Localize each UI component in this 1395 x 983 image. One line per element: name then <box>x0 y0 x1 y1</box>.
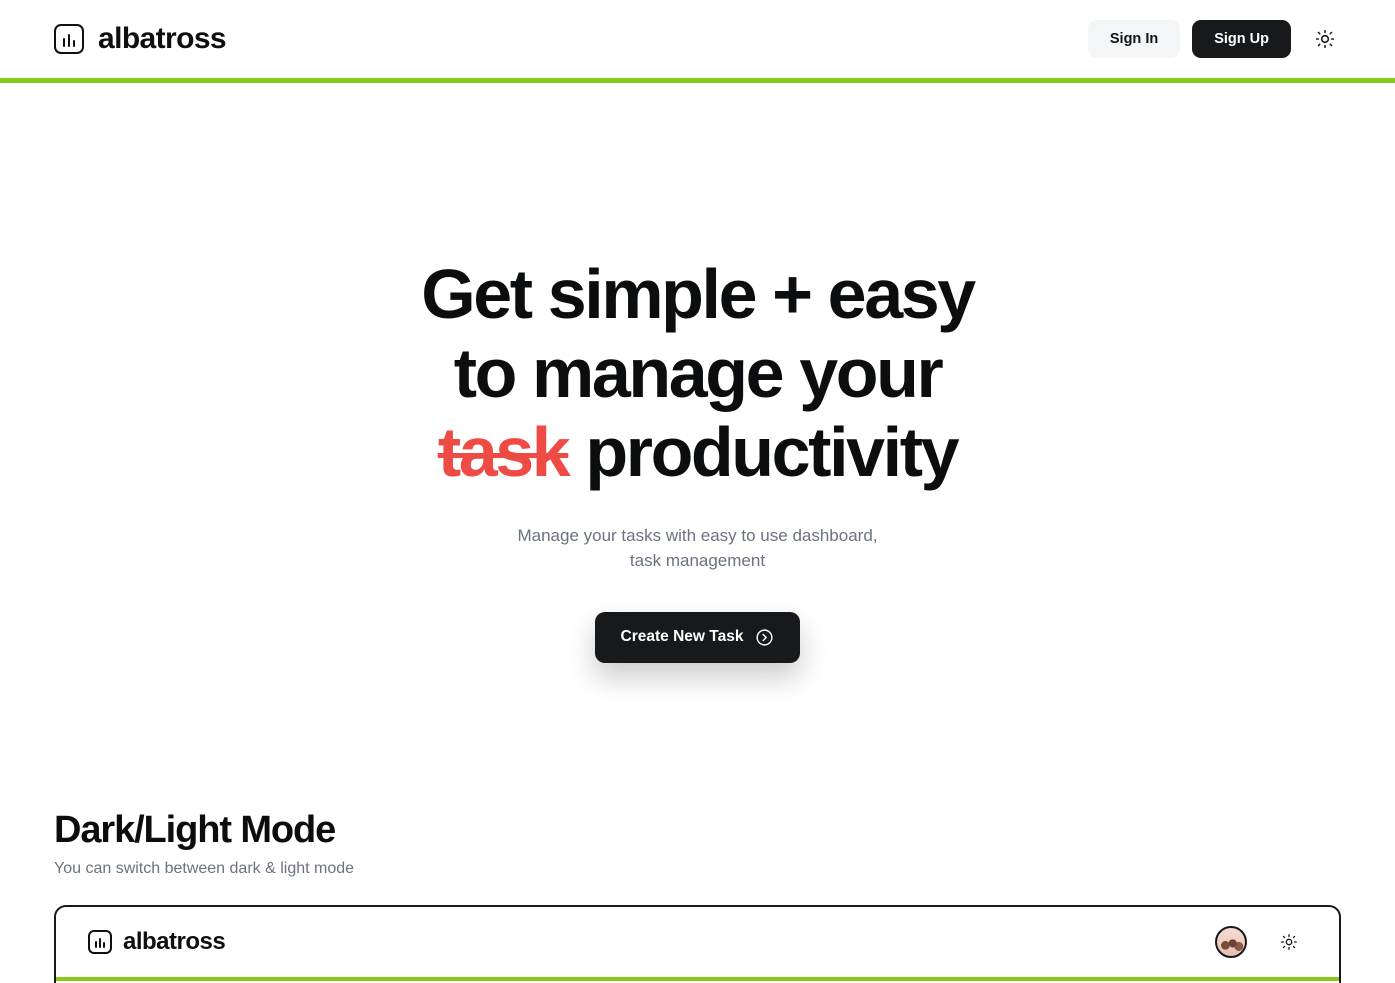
hero-cta-container: Create New Task <box>0 611 1395 663</box>
section-title: Dark/Light Mode <box>54 808 336 851</box>
preview-nav-actions <box>1215 925 1305 958</box>
kanban-board-icon <box>88 929 112 954</box>
preview-brand-logo[interactable]: albatross <box>88 927 226 956</box>
top-navigation: albatross Sign In Sign Up <box>0 0 1395 78</box>
arrow-right-circle-icon <box>755 628 774 647</box>
sign-up-button[interactable]: Sign Up <box>1192 20 1291 58</box>
preview-theme-toggle-button[interactable] <box>1273 926 1305 958</box>
dark-light-mode-section: Dark/Light Mode You can switch between d… <box>0 809 1395 983</box>
section-subtitle: You can switch between dark & light mode <box>54 859 355 877</box>
sun-icon <box>1315 29 1335 49</box>
hero-subtitle-line-1: Manage your tasks with easy to use dashb… <box>517 526 878 546</box>
create-new-task-button[interactable]: Create New Task <box>594 611 801 663</box>
nav-actions: Sign In Sign Up <box>1087 20 1341 58</box>
hero-line-3-rest: productivity <box>568 413 959 492</box>
theme-toggle-button[interactable] <box>1309 23 1341 55</box>
hero-line-1: Get simple + easy <box>421 255 976 333</box>
hero-subtitle-line-2: task management <box>629 550 766 570</box>
brand-logo[interactable]: albatross <box>54 22 227 56</box>
sign-in-button[interactable]: Sign In <box>1087 20 1181 58</box>
page-title: Get simple + easy to manage your task pr… <box>0 255 1395 492</box>
app-preview-card: albatross <box>54 904 1341 983</box>
hero-section: Get simple + easy to manage your task pr… <box>0 83 1395 663</box>
create-new-task-label: Create New Task <box>620 628 744 646</box>
brand-name: albatross <box>98 22 227 55</box>
avatar[interactable] <box>1215 925 1247 958</box>
preview-navigation: albatross <box>56 907 1339 977</box>
hero-strikethrough-word: task <box>437 413 571 492</box>
preview-brand-name: albatross <box>123 927 226 955</box>
kanban-board-icon <box>54 24 84 54</box>
hero-subtitle: Manage your tasks with easy to use dashb… <box>0 524 1395 573</box>
sun-icon <box>1280 933 1298 951</box>
hero-line-2: to manage your <box>453 334 944 413</box>
